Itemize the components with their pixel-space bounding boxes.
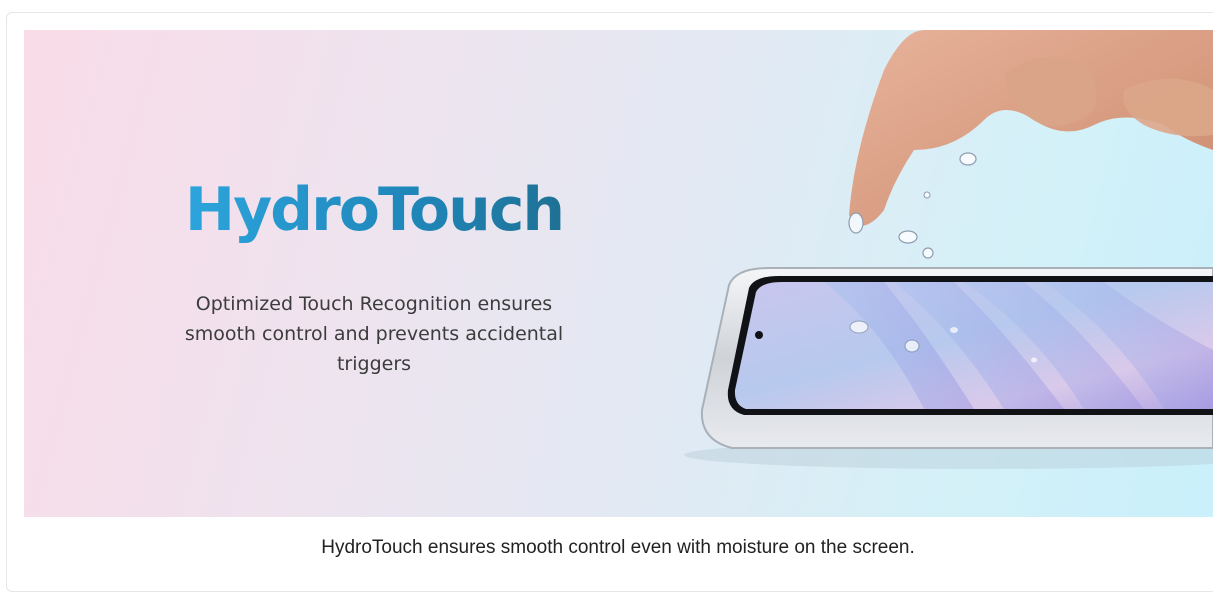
image-caption: HydroTouch ensures smooth control even w…: [321, 537, 915, 558]
phone-illustration: [684, 30, 1213, 469]
hydrotouch-banner: HydroTouch Optimized Touch Recognition e…: [24, 30, 1213, 517]
